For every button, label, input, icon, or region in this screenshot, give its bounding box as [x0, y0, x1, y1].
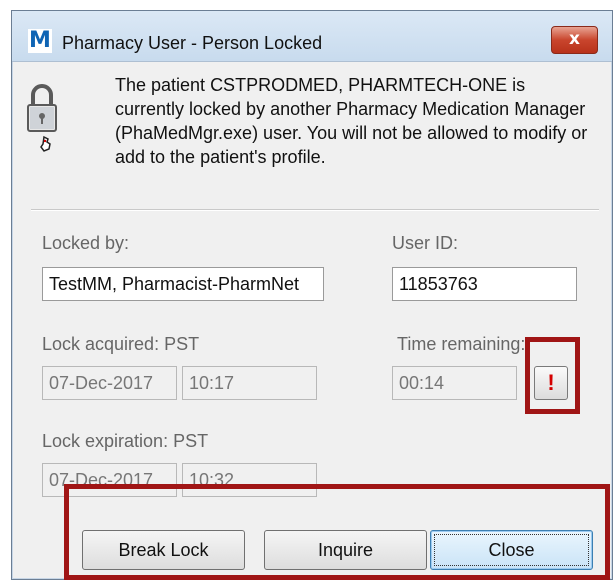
user-id-field[interactable]: 11853763 — [392, 267, 577, 301]
user-id-label: User ID: — [392, 233, 459, 253]
separator — [31, 209, 599, 211]
lock-icon — [27, 84, 57, 152]
dialog-window: M Pharmacy User - Person Locked x The pa… — [11, 10, 613, 580]
time-remaining-field[interactable]: 00:14 — [392, 366, 517, 400]
app-icon: M — [28, 28, 52, 53]
locked-by-field[interactable]: TestMM, Pharmacist-PharmNet — [42, 267, 324, 301]
lock-acquired-time-field[interactable]: 10:17 — [182, 366, 317, 400]
locked-by-label: Locked by: — [42, 233, 130, 253]
buttons-highlight-box — [64, 484, 610, 580]
time-remaining-label: Time remaining: — [397, 334, 526, 354]
lock-acquired-date-field[interactable]: 07-Dec-2017 — [42, 366, 177, 400]
title-bar[interactable]: M Pharmacy User - Person Locked x — [12, 11, 612, 62]
alert-highlight-box — [525, 337, 580, 414]
window-title: Pharmacy User - Person Locked — [62, 33, 323, 53]
close-icon[interactable]: x — [551, 26, 598, 54]
lock-message: The patient CSTPRODMED, PHARMTECH-ONE is… — [115, 75, 588, 167]
lock-expiration-label: Lock expiration: PST — [42, 431, 209, 451]
lock-acquired-label: Lock acquired: PST — [42, 334, 200, 354]
